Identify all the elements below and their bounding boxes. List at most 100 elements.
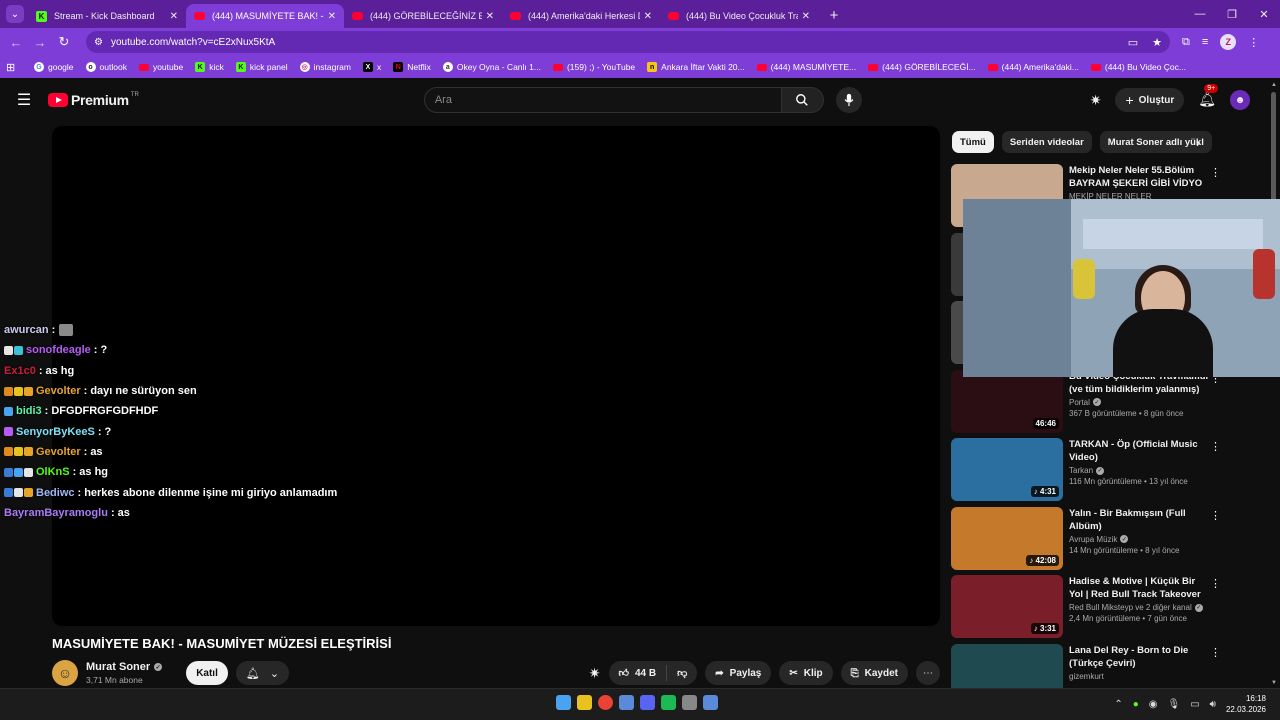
clip-button[interactable]: ✂ Klip <box>779 661 833 685</box>
extension-puzzle-icon[interactable]: ✷ <box>1090 92 1102 109</box>
related-channel[interactable]: Red Bull Miksteyp ve 2 diğer kanal <box>1069 603 1192 612</box>
more-options-icon[interactable]: ⋮ <box>1210 646 1221 659</box>
more-options-icon[interactable]: ⋮ <box>1210 440 1221 453</box>
url-field[interactable]: ⚙ youtube.com/watch?v=cE2xNux5KtA ▭ ★ <box>86 31 1170 53</box>
bookmark-item[interactable]: (444) MASUMİYETE... <box>756 62 856 72</box>
page-scrollbar[interactable]: ▲ ▼ <box>1268 78 1280 688</box>
taskbar-app-icon[interactable] <box>556 695 571 710</box>
media-controls-icon[interactable]: ≡ <box>1202 36 1208 48</box>
related-channel[interactable]: gizemkurt <box>1069 672 1104 681</box>
minimize-icon[interactable]: — <box>1184 8 1216 20</box>
related-title[interactable]: Hadise & Motive | Küçük Bir Yol | Red Bu… <box>1069 575 1209 601</box>
related-title[interactable]: Mekip Neler Neler 55.Bölüm BAYRAM ŞEKERİ… <box>1069 164 1209 190</box>
close-tab-icon[interactable]: ✕ <box>328 11 336 22</box>
save-button[interactable]: ⎘ Kaydet <box>840 661 908 685</box>
apps-grid-icon[interactable]: ⊞ <box>6 61 20 74</box>
display-icon[interactable]: ▭ <box>1190 699 1199 710</box>
tab-search-icon[interactable]: ⌄ <box>6 5 24 23</box>
account-avatar[interactable]: ☻ <box>1230 90 1250 110</box>
bookmark-item[interactable]: a Okey Oyna - Canlı 1... <box>442 62 541 72</box>
taskbar-app-icon[interactable] <box>703 695 718 710</box>
close-tab-icon[interactable]: ✕ <box>170 11 178 22</box>
bookmark-item[interactable]: Kkick <box>195 62 224 72</box>
channel-name[interactable]: Murat Soner <box>86 661 150 673</box>
search-input[interactable]: Ara <box>423 87 782 113</box>
like-button[interactable]: 👍︎ 44 B <box>609 661 667 685</box>
video-thumbnail[interactable]: ♪ 42:08 <box>951 506 1063 570</box>
microphone-tray-icon[interactable]: 🎙︎ <box>1167 699 1180 710</box>
subscribed-bell-button[interactable]: 🔔︎ ⌄ <box>235 661 290 685</box>
extensions-icon[interactable]: ⧉ <box>1182 36 1190 49</box>
notifications-button[interactable]: 🔔︎ 9+ <box>1198 84 1219 109</box>
bookmark-item[interactable]: ◎ instagram <box>299 62 351 72</box>
reload-icon[interactable]: ↻ <box>52 34 76 50</box>
scroll-up-icon[interactable]: ▲ <box>1271 82 1277 88</box>
taskbar-app-icon[interactable] <box>661 695 676 710</box>
close-window-icon[interactable]: ✕ <box>1248 8 1280 21</box>
more-options-icon[interactable]: ⋮ <box>1210 577 1221 590</box>
restore-icon[interactable]: ❐ <box>1216 8 1248 21</box>
related-channel[interactable]: Avrupa Müzik <box>1069 535 1117 544</box>
tray-app-icon[interactable]: ● <box>1133 699 1139 710</box>
new-tab-button[interactable]: + <box>824 5 844 25</box>
dislike-button[interactable]: 👎︎ <box>667 661 697 685</box>
bookmark-item[interactable]: youtube <box>138 62 183 72</box>
bookmark-item[interactable]: N Netflix <box>393 62 431 72</box>
related-title[interactable]: TARKAN - Öp (Official Music Video) <box>1069 438 1209 464</box>
related-video[interactable]: 46:46 Bu Video Çocukluk Travmamdı (ve tüm… <box>951 369 1221 439</box>
bookmark-item[interactable]: (159) ;) - YouTube <box>552 62 635 72</box>
search-button[interactable] <box>781 87 824 113</box>
volume-icon[interactable]: 🔊︎ <box>1210 699 1216 710</box>
related-video[interactable]: ♪ 3:31 Hadise & Motive | Küçük Bir Yol | … <box>951 575 1221 644</box>
browser-menu-icon[interactable]: ⋮ <box>1248 36 1259 49</box>
filter-chip[interactable]: Seriden videolar <box>1001 131 1092 153</box>
clock[interactable]: 16:18 22.03.2026 <box>1226 693 1266 715</box>
taskbar-app-icon[interactable] <box>640 695 655 710</box>
youtube-premium-logo[interactable]: Premium TR <box>48 92 139 108</box>
scroll-down-icon[interactable]: ▼ <box>1271 680 1277 686</box>
bookmark-item[interactable]: Ggoogle <box>34 62 74 72</box>
browser-tab[interactable]: (444) MASUMİYETE BAK! - MA ✕ <box>186 4 344 28</box>
more-options-icon[interactable]: ⋮ <box>1210 166 1221 179</box>
video-thumbnail[interactable]: ♪ 4:31 <box>951 438 1063 501</box>
more-options-icon[interactable]: ⋮ <box>1210 509 1221 522</box>
bookmark-item[interactable]: (444) Bu Video Çoc... <box>1090 62 1186 72</box>
menu-icon[interactable]: ☰ <box>0 90 48 110</box>
close-tab-icon[interactable]: ✕ <box>486 11 494 22</box>
browser-tab[interactable]: K Stream - Kick Dashboard ✕ <box>28 4 186 28</box>
back-icon[interactable]: ← <box>4 35 28 50</box>
bookmark-item[interactable]: Xx <box>362 62 381 72</box>
taskbar-app-icon[interactable] <box>619 695 634 710</box>
cast-icon[interactable]: ▭ <box>1128 36 1138 49</box>
taskbar-app-icon[interactable] <box>598 695 613 710</box>
related-channel[interactable]: Portal <box>1069 398 1090 407</box>
related-video[interactable]: ♪ 4:31 TARKAN - Öp (Official Music Video)… <box>951 438 1221 507</box>
steam-tray-icon[interactable]: ◉ <box>1149 699 1158 710</box>
close-tab-icon[interactable]: ✕ <box>644 11 652 22</box>
bookmark-item[interactable]: (444) Amerika'daki... <box>987 62 1079 72</box>
profile-avatar[interactable]: Z <box>1220 34 1237 50</box>
join-button[interactable]: Katıl <box>186 661 228 685</box>
channel-avatar[interactable]: ☺ <box>52 660 78 686</box>
bookmark-item[interactable]: n Ankara İftar Vakti 20... <box>647 62 745 72</box>
related-channel[interactable]: Tarkan <box>1069 466 1093 475</box>
bookmark-item[interactable]: (444) GÖREBİLECEĞİ... <box>868 62 976 72</box>
video-thumbnail[interactable]: ♪ 3:31 <box>951 575 1063 638</box>
extension-puzzle-icon[interactable]: ✷ <box>589 665 601 682</box>
browser-tab[interactable]: (444) Amerika'daki Herkesi Dec ✕ <box>502 4 660 28</box>
create-button[interactable]: + Oluştur <box>1115 88 1185 112</box>
browser-tab[interactable]: (444) Bu Video Çocukluk Travm ✕ <box>660 4 818 28</box>
close-tab-icon[interactable]: ✕ <box>802 11 810 22</box>
share-button[interactable]: ➦ Paylaş <box>705 661 772 685</box>
taskbar-app-icon[interactable] <box>682 695 697 710</box>
related-title[interactable]: Lana Del Rey - Born to Die (Türkçe Çevir… <box>1069 644 1209 670</box>
bookmark-item[interactable]: o outlook <box>85 62 127 72</box>
browser-tab[interactable]: (444) GÖREBİLECEĞİNİZ EN ŞE ✕ <box>344 4 502 28</box>
related-title[interactable]: Yalın - Bir Bakmışsın (Full Albüm) <box>1069 507 1209 533</box>
more-actions-button[interactable]: ⋯ <box>916 661 940 685</box>
bookmark-star-icon[interactable]: ★ <box>1152 36 1162 49</box>
site-info-icon[interactable]: ⚙ <box>94 37 103 48</box>
related-video[interactable]: ♪ 42:08 Yalın - Bir Bakmışsın (Full Albüm… <box>951 506 1221 576</box>
chevron-up-icon[interactable]: ⌃ <box>1114 699 1122 710</box>
bookmark-item[interactable]: Kkick panel <box>235 62 288 72</box>
